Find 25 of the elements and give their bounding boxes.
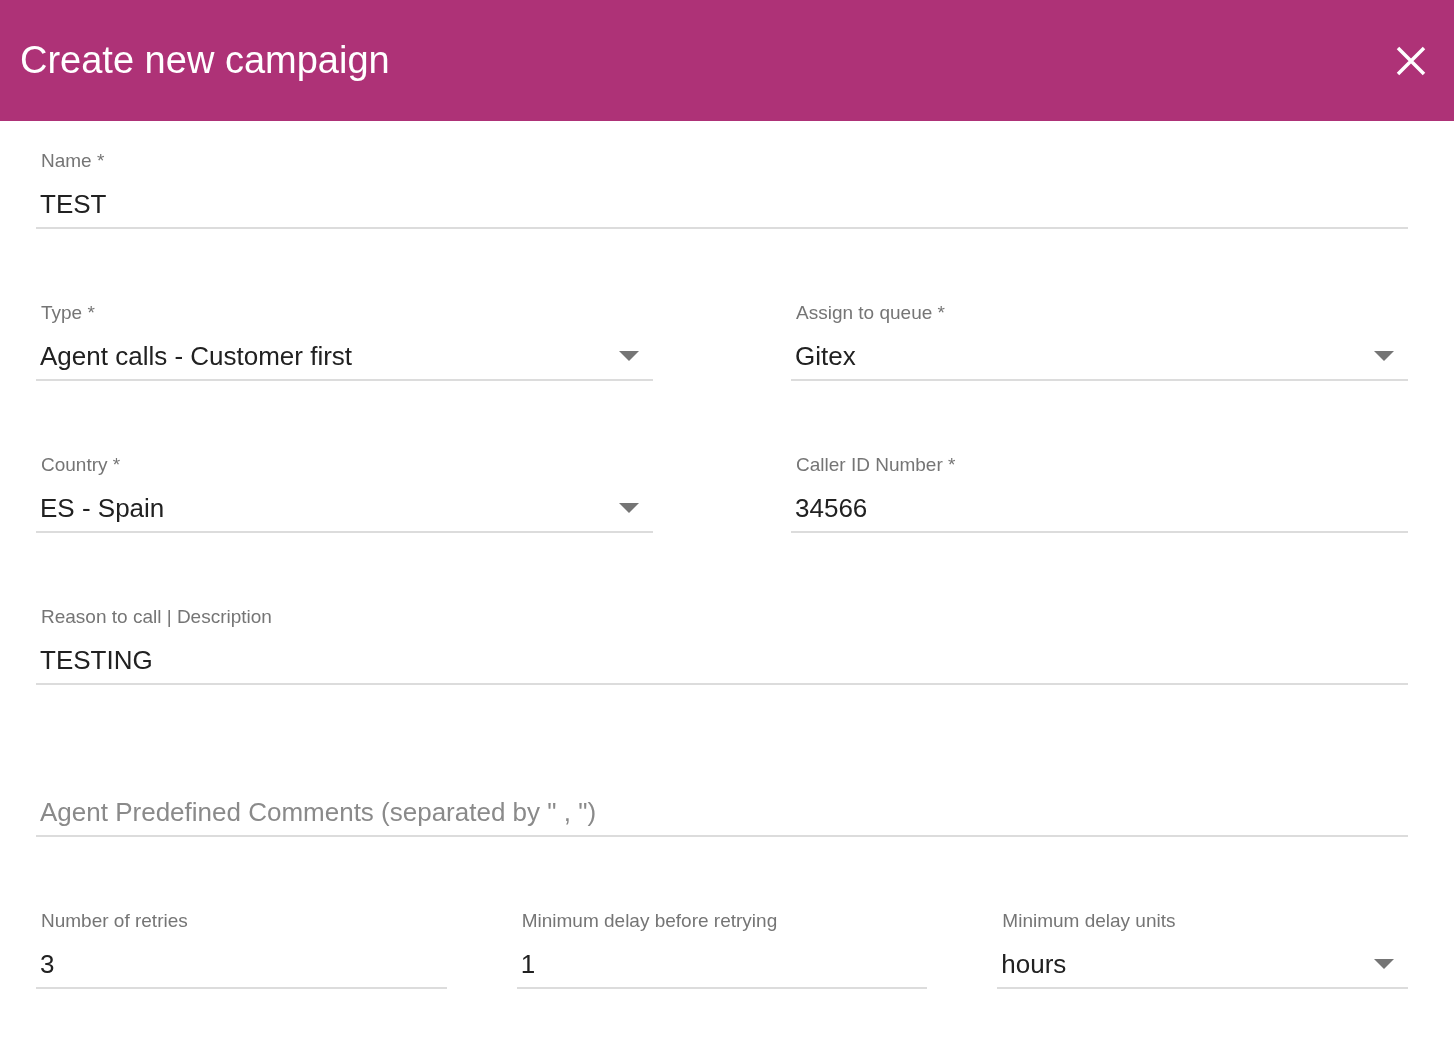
dropdown[interactable]: hours	[997, 945, 1408, 989]
caret-icon	[619, 503, 639, 513]
field-label: Assign to queue *	[795, 302, 945, 324]
field-label: Country *	[40, 454, 121, 476]
dropdown[interactable]: ES - Spain	[36, 489, 653, 533]
field-label: Name *	[40, 150, 105, 172]
text-field[interactable]: 1	[516, 945, 928, 989]
caret-icon	[1374, 959, 1394, 969]
text-field[interactable]: 34566	[791, 489, 1408, 533]
dialog-title: Create new campaign	[20, 39, 390, 82]
caret-icon	[1374, 351, 1394, 361]
text-field[interactable]: 3	[36, 945, 447, 989]
field-label: Minimum delay before retrying	[520, 910, 778, 932]
field-label: Number of retries	[40, 910, 188, 932]
comments-field[interactable]: Agent Predefined Comments (separated by " , ")	[36, 793, 1408, 837]
dropdown[interactable]: Agent calls - Customer first	[36, 337, 653, 381]
field-label: Type *	[40, 302, 95, 324]
field-label: Caller ID Number *	[795, 454, 956, 476]
caret-icon	[619, 351, 639, 361]
dropdown[interactable]: Gitex	[791, 337, 1408, 381]
field-label: Minimum delay units	[1001, 910, 1176, 932]
close-button[interactable]	[1396, 45, 1426, 76]
text-field[interactable]: TESTING	[36, 641, 1408, 685]
field-label: Reason to call | Description	[40, 606, 272, 628]
text-field[interactable]: TEST	[36, 185, 1408, 229]
